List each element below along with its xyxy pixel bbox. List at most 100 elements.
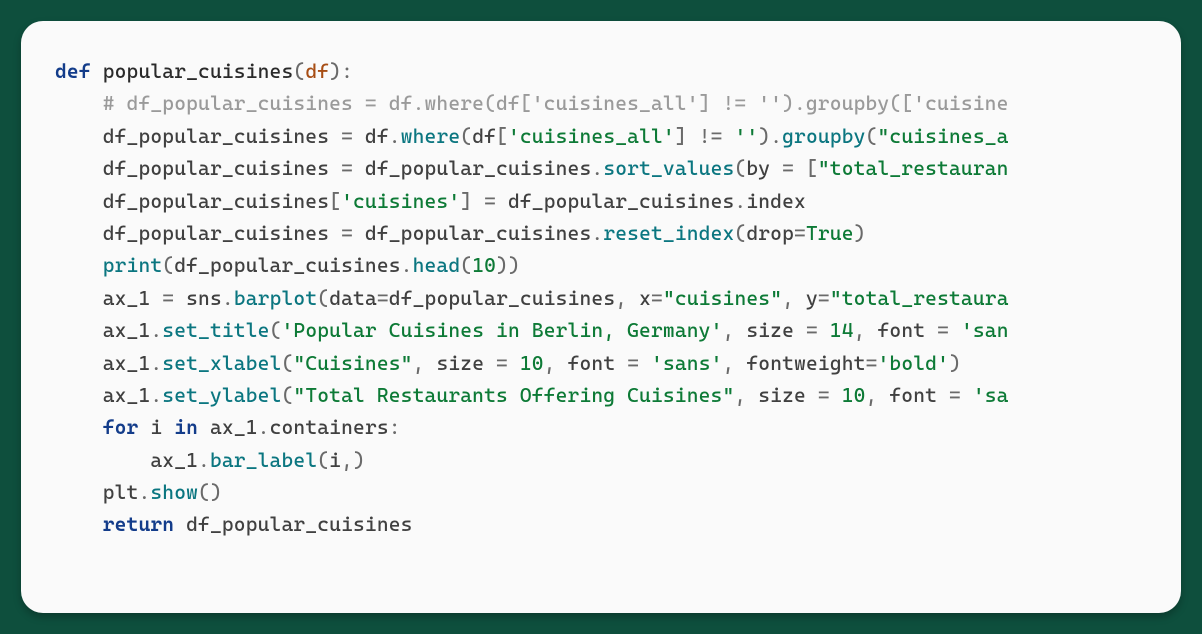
code-token: i — [329, 448, 341, 472]
code-line: ax_1.bar_label(i,) — [55, 448, 365, 472]
code-token: ( — [317, 286, 329, 310]
code-token: True — [806, 221, 854, 245]
code-token: size — [436, 351, 484, 375]
code-token: df — [472, 124, 496, 148]
code-token: [ — [496, 124, 508, 148]
code-token — [353, 221, 365, 245]
code-token: ( — [734, 221, 746, 245]
code-token — [615, 351, 627, 375]
code-token: sns — [186, 286, 222, 310]
code-line: print(df_popular_cuisines.head(10)) — [55, 253, 520, 277]
code-token: index — [746, 189, 806, 213]
code-line: return df_popular_cuisines — [55, 512, 413, 536]
code-token — [949, 318, 961, 342]
code-token: 10 — [520, 351, 544, 375]
code-token: = — [782, 156, 794, 180]
code-token: . — [591, 156, 603, 180]
code-token — [627, 286, 639, 310]
code-token: ). — [758, 124, 782, 148]
code-token — [484, 351, 496, 375]
code-token: = — [341, 156, 353, 180]
code-token — [55, 253, 103, 277]
code-token: . — [591, 221, 603, 245]
code-token: = — [341, 124, 353, 148]
code-token — [806, 383, 818, 407]
code-line: df_popular_cuisines['cuisines'] = df_pop… — [55, 189, 806, 213]
code-token — [353, 124, 365, 148]
code-token: for — [103, 415, 139, 439]
code-token: . — [222, 286, 234, 310]
code-token: , — [544, 351, 556, 375]
code-token — [91, 59, 103, 83]
code-token: . — [401, 253, 413, 277]
code-token: show — [150, 480, 198, 504]
code-token: ( — [270, 318, 282, 342]
code-token: df_popular_cuisines — [103, 124, 329, 148]
code-line: def popular_cuisines(df): — [55, 59, 353, 83]
code-token: , — [854, 318, 866, 342]
code-token — [198, 415, 210, 439]
code-token: barplot — [234, 286, 317, 310]
code-token — [162, 415, 174, 439]
code-token: . — [150, 351, 162, 375]
code-token: ax_1 — [103, 286, 151, 310]
code-token: != — [699, 124, 723, 148]
code-token: ( — [281, 351, 293, 375]
code-token: ax_1 — [150, 448, 198, 472]
code-token: bar_label — [210, 448, 317, 472]
code-line: for i in ax_1.containers: — [55, 415, 401, 439]
code-line: ax_1.set_ylabel("Total Restaurants Offer… — [55, 383, 1009, 407]
code-token: i — [150, 415, 162, 439]
code-token — [639, 351, 651, 375]
code-token: = — [949, 383, 961, 407]
code-token — [55, 351, 103, 375]
code-token: in — [174, 415, 198, 439]
code-token: 'cuisines' — [341, 189, 460, 213]
code-token: = — [484, 189, 496, 213]
code-token: ax_1 — [103, 351, 151, 375]
code-token: df_popular_cuisines — [365, 221, 591, 245]
code-token — [830, 383, 842, 407]
code-token — [734, 318, 746, 342]
code-card: def popular_cuisines(df): # df_popular_c… — [21, 21, 1181, 613]
code-token — [55, 480, 103, 504]
code-token: = — [377, 286, 389, 310]
code-token: 'san — [961, 318, 1009, 342]
code-token — [496, 189, 508, 213]
code-token: 10 — [472, 253, 496, 277]
code-token: . — [734, 189, 746, 213]
code-token — [329, 221, 341, 245]
code-token — [723, 124, 735, 148]
code-token: popular_cuisines — [103, 59, 294, 83]
code-token: ) — [949, 351, 961, 375]
code-token: head — [413, 253, 461, 277]
code-line: ax_1.set_title('Popular Cuisines in Berl… — [55, 318, 1009, 342]
code-token: "cuisines_a — [878, 124, 1009, 148]
code-token: where — [401, 124, 461, 148]
code-token: fontweight — [746, 351, 865, 375]
code-token: 'Popular Cuisines in Berlin, Germany' — [282, 318, 723, 342]
code-token: ( — [460, 253, 472, 277]
code-token — [55, 189, 103, 213]
code-token: 'bold' — [878, 351, 950, 375]
code-line: plt.show() — [55, 480, 222, 504]
code-token: "total_restaura — [830, 286, 1009, 310]
code-token: df_popular_cuisines — [389, 286, 615, 310]
code-token: = — [627, 351, 639, 375]
code-token — [687, 124, 699, 148]
code-token — [794, 286, 806, 310]
code-token — [55, 286, 103, 310]
code-token — [961, 383, 973, 407]
code-token: , — [413, 351, 425, 375]
code-line: ax_1 = sns.barplot(data=df_popular_cuisi… — [55, 286, 1009, 310]
code-token: font — [889, 383, 937, 407]
code-token: ): — [329, 59, 353, 83]
code-token: size — [746, 318, 794, 342]
code-token: = — [496, 351, 508, 375]
code-token: . — [389, 124, 401, 148]
code-token: ( — [162, 253, 174, 277]
code-token — [866, 318, 878, 342]
code-token: ] — [460, 189, 472, 213]
code-token: ( — [317, 448, 329, 472]
code-token: "Cuisines" — [293, 351, 412, 375]
